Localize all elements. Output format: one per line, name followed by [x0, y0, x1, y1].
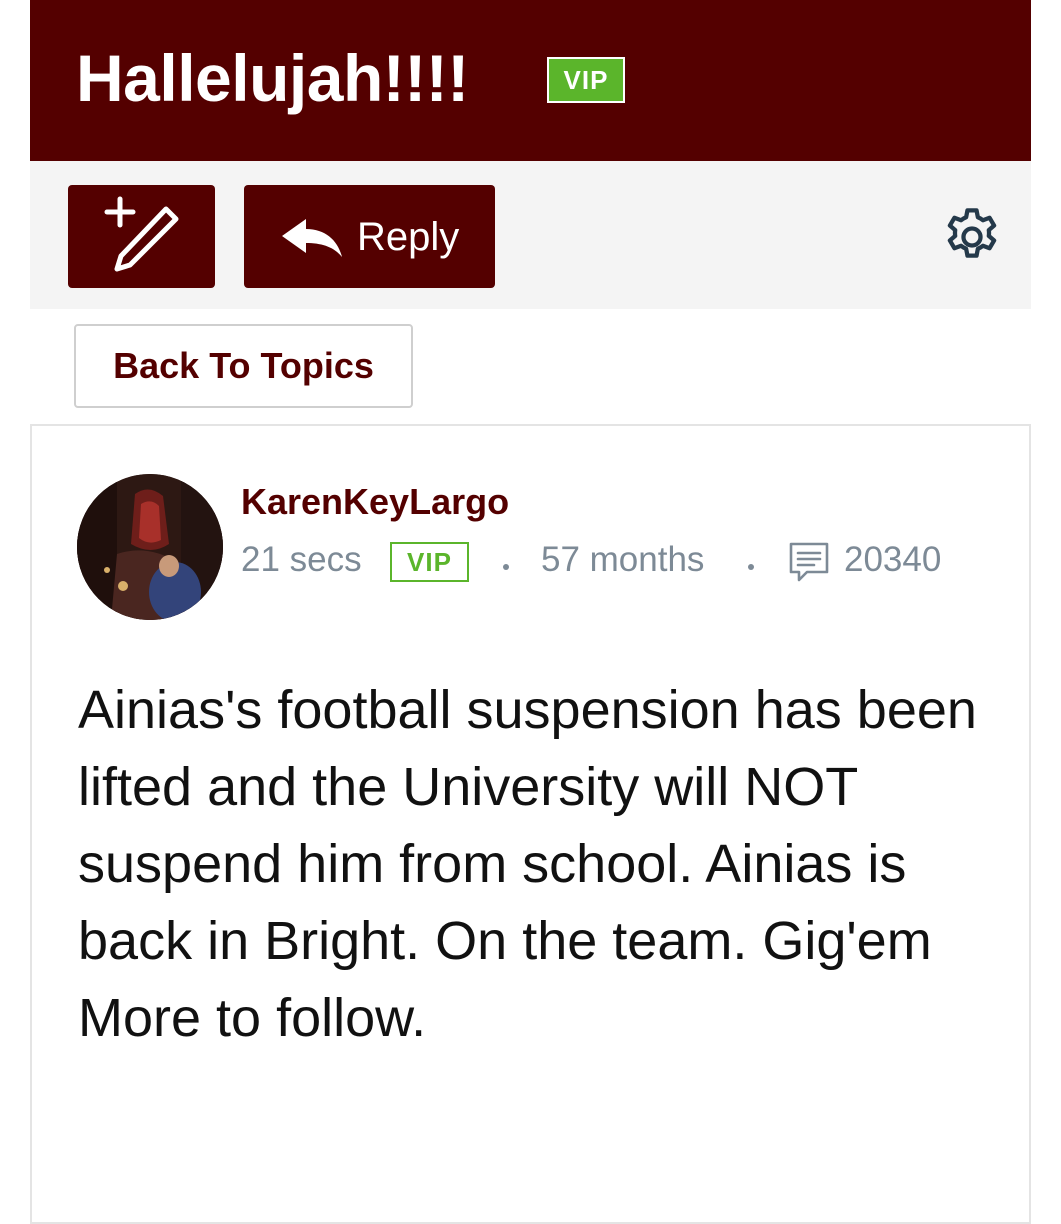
- avatar-image: [77, 474, 223, 620]
- back-to-topics-button[interactable]: Back To Topics: [74, 324, 413, 408]
- thread-title: Hallelujah!!!!: [76, 41, 469, 115]
- thread-page: Hallelujah!!!! VIP Reply Back To Topics …: [30, 0, 1031, 1224]
- member-duration: 57 months: [541, 540, 705, 579]
- message-icon: [789, 542, 829, 582]
- post-count: 20340: [844, 540, 942, 579]
- reply-arrow-icon: [282, 219, 342, 257]
- thread-toolbar: Reply: [30, 161, 1031, 309]
- new-topic-button[interactable]: [68, 185, 215, 288]
- post-time: 21 secs: [241, 540, 362, 579]
- user-avatar[interactable]: [77, 474, 223, 620]
- username-link[interactable]: KarenKeyLargo: [241, 480, 509, 524]
- thread-header: Hallelujah!!!! VIP: [30, 0, 1031, 161]
- vip-badge: VIP: [390, 542, 469, 582]
- separator-dot: [748, 564, 754, 570]
- post-card: KarenKeyLargo 21 secs VIP 57 months 2034…: [30, 424, 1031, 1224]
- pencil-plus-icon: [104, 196, 179, 272]
- vip-badge: VIP: [547, 57, 625, 103]
- separator-dot: [503, 564, 509, 570]
- post-body: Ainias's football suspension has been li…: [78, 680, 977, 1048]
- reply-label: Reply: [357, 215, 460, 259]
- gear-icon[interactable]: [940, 205, 1004, 269]
- reply-button[interactable]: Reply: [244, 185, 495, 288]
